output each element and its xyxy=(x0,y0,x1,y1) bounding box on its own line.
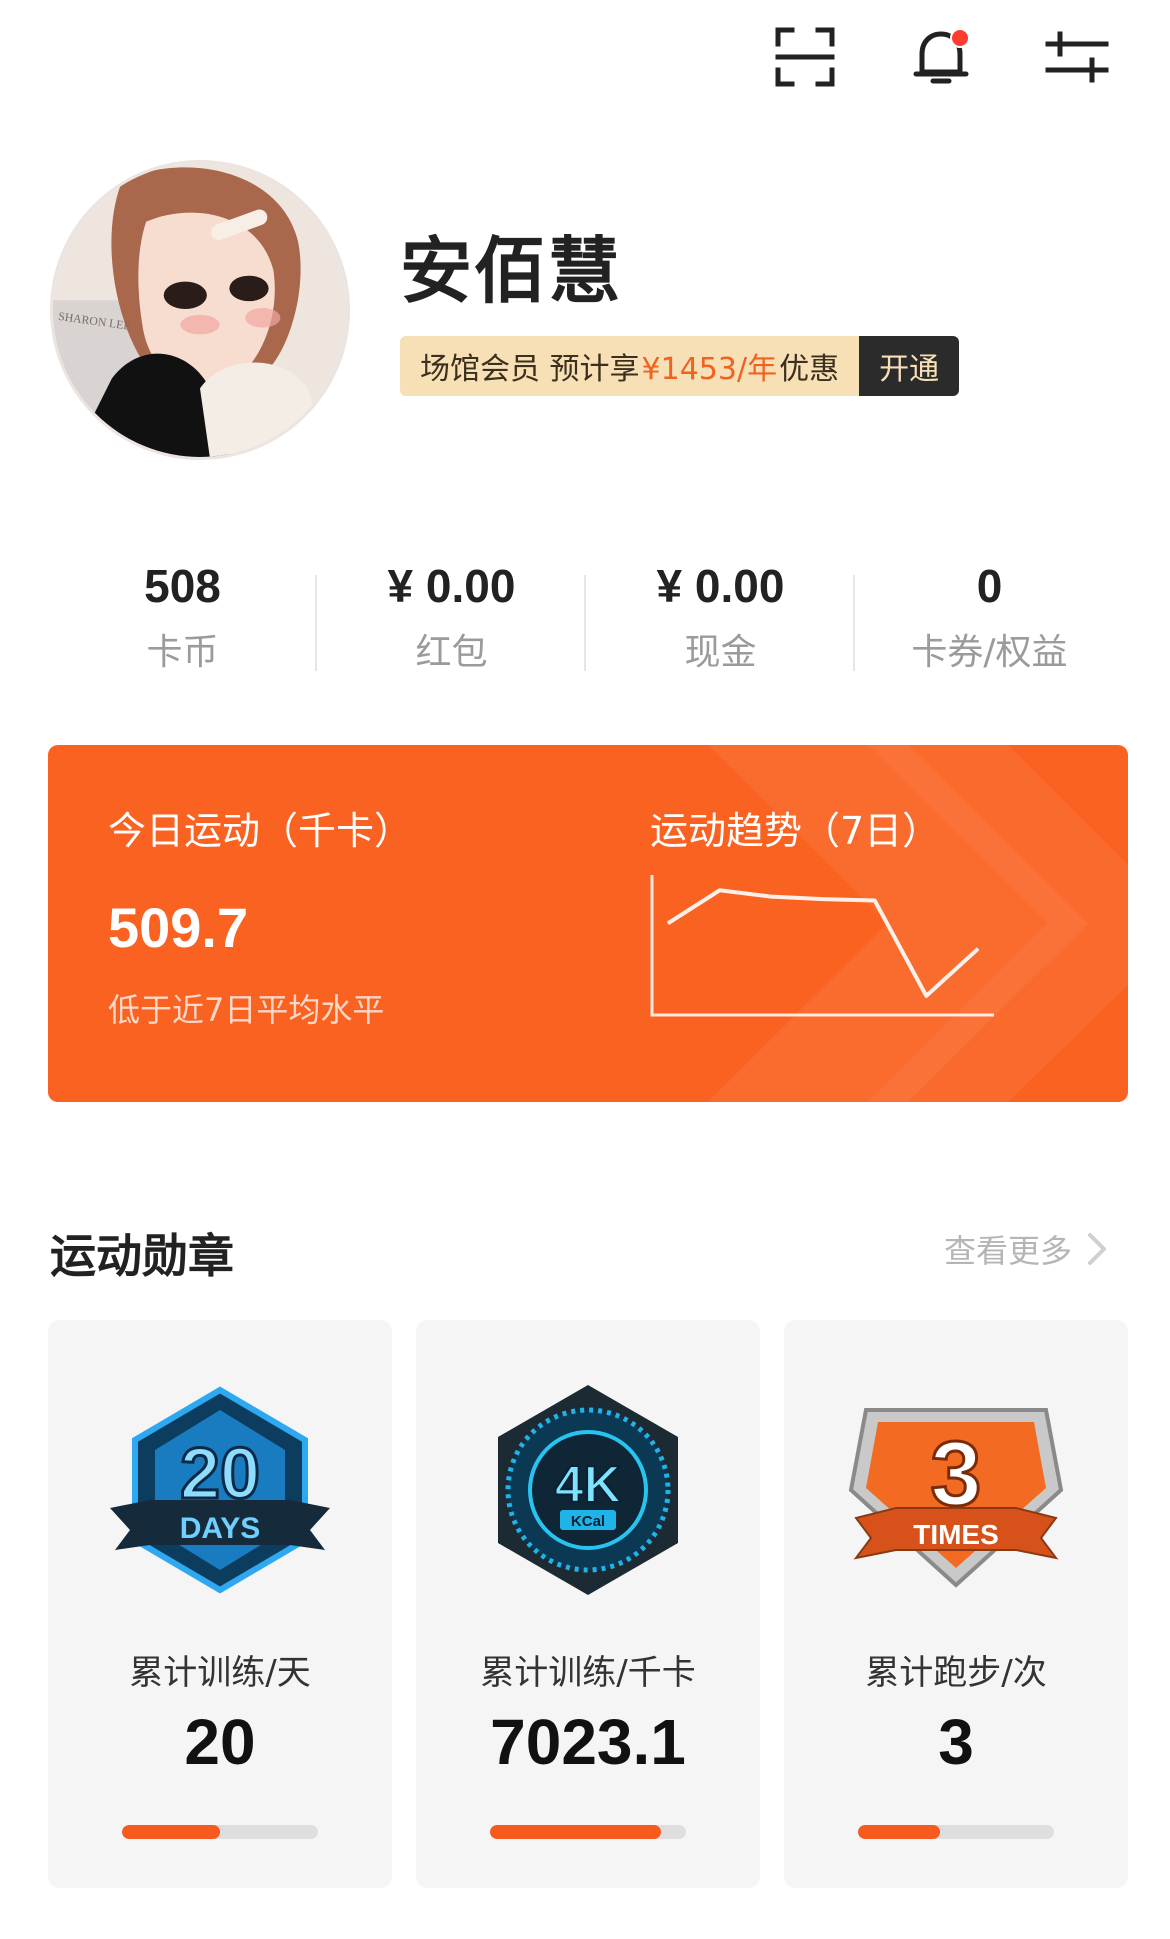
today-sport-card[interactable]: 今日运动（千卡） 509.7 低于近7日平均水平 运动趋势（7日） xyxy=(48,745,1128,1102)
medal-badge-top: 4K xyxy=(555,1456,622,1514)
stat-coins[interactable]: 508 卡币 xyxy=(48,555,317,675)
medals-title: 运动勋章 xyxy=(50,1229,234,1283)
medal-value: 20 xyxy=(184,1706,256,1778)
vip-open-button[interactable]: 开通 xyxy=(859,336,960,396)
bell-icon[interactable] xyxy=(908,24,974,90)
trend-point xyxy=(874,899,876,901)
trend-point xyxy=(719,889,721,891)
trend-chart xyxy=(650,875,994,1017)
stat-value: ¥ 0.00 xyxy=(656,560,785,612)
medal-value: 7023.1 xyxy=(490,1706,686,1778)
stat-value: ¥ 0.00 xyxy=(387,560,516,612)
trend-axis xyxy=(650,875,994,1017)
wallet-stats: 508 卡币 ¥ 0.00 红包 ¥ 0.00 现金 0 卡券/权益 xyxy=(48,555,1124,675)
medal-card-runs[interactable]: 3 TIMES 累计跑步/次 3 xyxy=(784,1320,1128,1888)
stat-red-packet[interactable]: ¥ 0.00 红包 xyxy=(317,555,586,675)
trend-point xyxy=(667,922,669,924)
medal-label: 累计训练/千卡 xyxy=(480,1653,696,1693)
trend-point xyxy=(925,995,927,997)
medal-badge-bottom: DAYS xyxy=(180,1512,261,1545)
vip-prefix: 场馆会员 预计享 xyxy=(420,352,640,387)
settings-sliders-icon[interactable] xyxy=(1044,24,1110,90)
stat-label: 卡币 xyxy=(146,632,219,673)
chevron-right-icon xyxy=(1088,1233,1106,1265)
medal-list: 20 DAYS 累计训练/天 20 4K KCal 累计训练/千卡 7023.1… xyxy=(48,1320,1130,1888)
trend-point xyxy=(977,948,979,950)
stat-coupons[interactable]: 0 卡券/权益 xyxy=(855,555,1124,675)
stat-label: 现金 xyxy=(684,632,757,673)
medal-progress-bar xyxy=(122,1825,318,1839)
medal-3-times-icon: 3 TIMES xyxy=(848,1408,1064,1588)
trend-line xyxy=(666,888,980,998)
medal-progress-bar xyxy=(858,1825,1054,1839)
trend-point xyxy=(770,896,772,898)
stat-value: 0 xyxy=(976,560,1003,612)
today-sport-note: 低于近7日平均水平 xyxy=(108,991,385,1029)
vip-promo-text: 场馆会员 预计享 ¥1453/年 优惠 xyxy=(400,336,860,396)
username: 安佰慧 xyxy=(400,229,623,313)
medal-label: 累计跑步/次 xyxy=(865,1653,1047,1693)
vip-promo-bar[interactable]: 场馆会员 预计享 ¥1453/年 优惠 开通 xyxy=(400,336,960,396)
top-toolbar xyxy=(772,24,1110,90)
medal-label: 累计训练/天 xyxy=(129,1653,311,1693)
avatar[interactable]: SHARON LEE xyxy=(50,160,350,460)
trend-title: 运动趋势（7日） xyxy=(650,809,941,853)
medal-4k-kcal-icon: 4K KCal xyxy=(498,1385,678,1595)
vip-price: ¥1453/年 xyxy=(641,352,778,387)
vip-suffix: 优惠 xyxy=(779,352,840,387)
trend-point xyxy=(822,898,824,900)
scan-icon[interactable] xyxy=(772,24,838,90)
view-more-label: 查看更多 xyxy=(943,1232,1072,1270)
today-sport-value: 509.7 xyxy=(108,896,249,959)
notification-dot xyxy=(950,28,970,48)
view-more-link[interactable]: 查看更多 xyxy=(944,1226,1110,1272)
medal-progress-bar xyxy=(490,1825,686,1839)
medal-value: 3 xyxy=(938,1706,974,1778)
medal-20-days-icon: 20 DAYS xyxy=(110,1386,330,1594)
medal-badge-bottom: TIMES xyxy=(913,1519,999,1550)
medal-badge-bottom: KCal xyxy=(571,1513,605,1530)
medal-progress-fill xyxy=(858,1825,941,1839)
medal-progress-fill xyxy=(122,1825,220,1839)
medal-card-days[interactable]: 20 DAYS 累计训练/天 20 xyxy=(48,1320,392,1888)
medal-card-kcal[interactable]: 4K KCal 累计训练/千卡 7023.1 xyxy=(416,1320,760,1888)
stat-label: 红包 xyxy=(415,632,488,673)
medal-progress-fill xyxy=(490,1825,661,1839)
stat-value: 508 xyxy=(144,560,221,612)
stat-cash[interactable]: ¥ 0.00 现金 xyxy=(586,555,855,675)
stat-label: 卡券/权益 xyxy=(911,632,1068,673)
today-sport-title: 今日运动（千卡） xyxy=(108,809,413,853)
